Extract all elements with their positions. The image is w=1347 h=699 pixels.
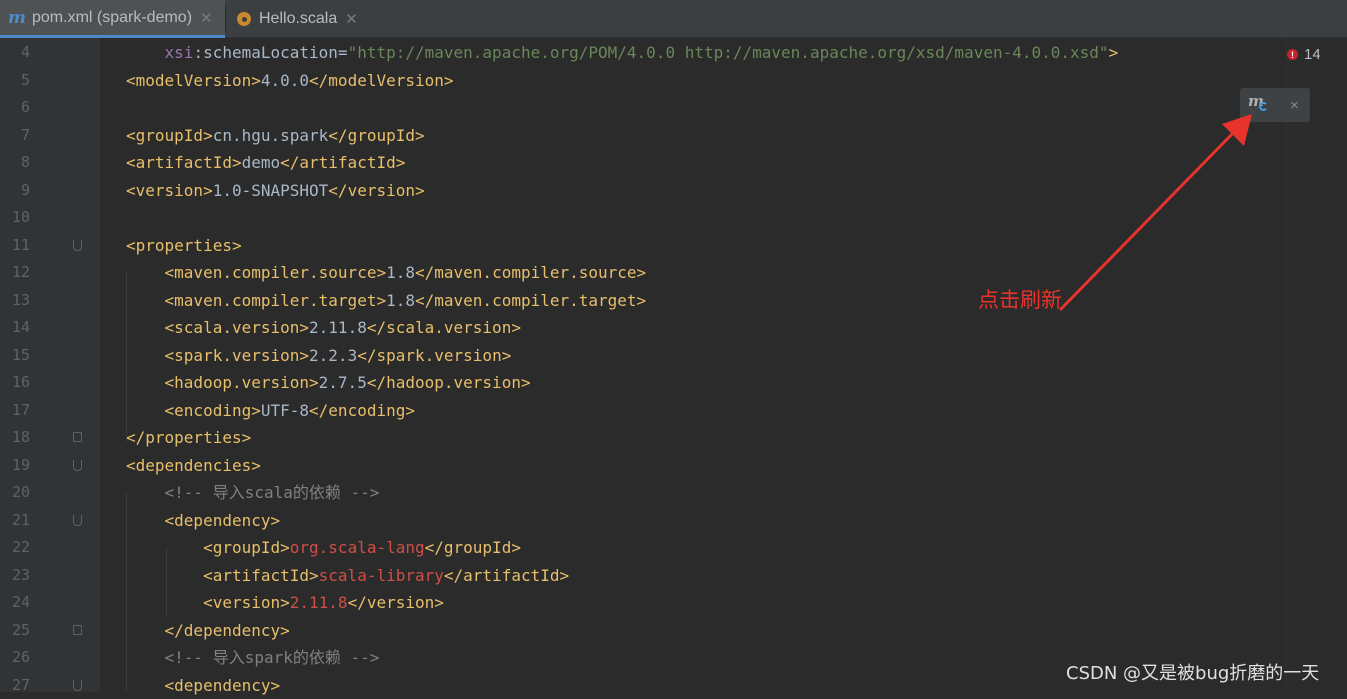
watermark: CSDN @又是被bug折磨的一天 [1066, 663, 1320, 684]
annotation-arrow [1058, 114, 1252, 312]
annotation-label: 点击刷新 [978, 288, 1062, 312]
